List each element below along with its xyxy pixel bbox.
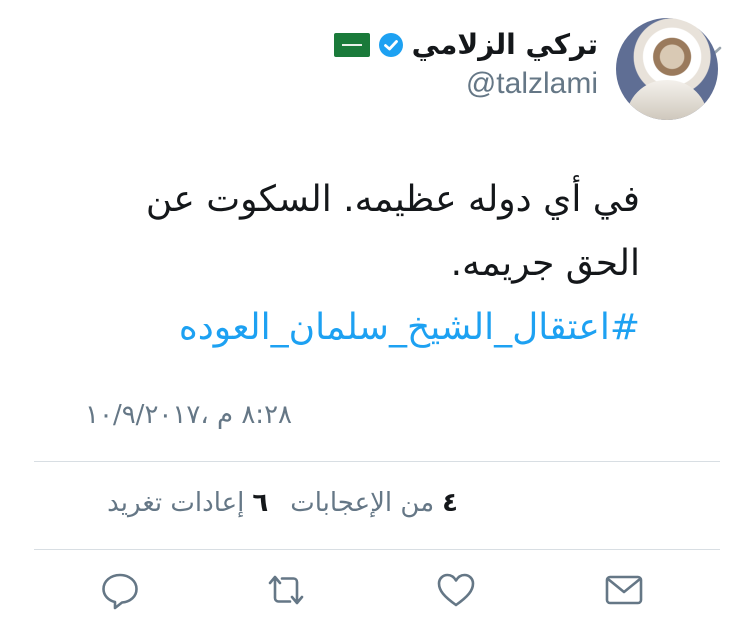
like-button[interactable] <box>434 568 478 612</box>
action-bar <box>0 568 750 622</box>
author-info: تركي الزلامي @talzlami <box>333 14 598 134</box>
retweets-label: إعادات تغريد <box>107 488 245 518</box>
retweet-button[interactable] <box>264 568 308 612</box>
tweet-body: في أي دوله عظيمه. السكوت عن الحق جريمه. … <box>80 168 640 360</box>
avatar[interactable] <box>616 18 718 120</box>
divider <box>34 461 720 462</box>
likes-stat[interactable]: ٤ من الإعجابات <box>290 488 458 518</box>
tweet-text: في أي دوله عظيمه. السكوت عن الحق جريمه. <box>145 179 640 284</box>
verified-badge-icon <box>378 32 403 57</box>
envelope-icon <box>605 575 643 605</box>
likes-label: من الإعجابات <box>290 488 435 518</box>
reply-button[interactable] <box>98 568 142 612</box>
hashtag-link[interactable]: #اعتقال_الشيخ_سلمان_العوده <box>80 296 640 360</box>
heart-icon <box>437 573 475 607</box>
likes-count: ٤ <box>442 488 458 518</box>
saudi-flag-icon <box>333 32 370 57</box>
handle[interactable]: @talzlami <box>334 67 598 101</box>
divider <box>34 549 720 550</box>
retweet-icon <box>268 575 304 605</box>
timestamp[interactable]: ٨:٢٨ م ،١٠/٩/٢٠١٧ <box>85 400 292 430</box>
name-row: تركي الزلامي <box>333 28 598 61</box>
retweets-count: ٦ <box>252 488 269 518</box>
display-name[interactable]: تركي الزلامي <box>412 28 598 61</box>
reply-icon <box>102 573 138 610</box>
tweet-stats: ٤ من الإعجابات ٦ إعادات تغريد <box>107 488 458 518</box>
tweet-header: تركي الزلامي @talzlami <box>333 14 718 134</box>
direct-message-button[interactable] <box>602 568 646 612</box>
retweets-stat[interactable]: ٦ إعادات تغريد <box>107 488 268 518</box>
